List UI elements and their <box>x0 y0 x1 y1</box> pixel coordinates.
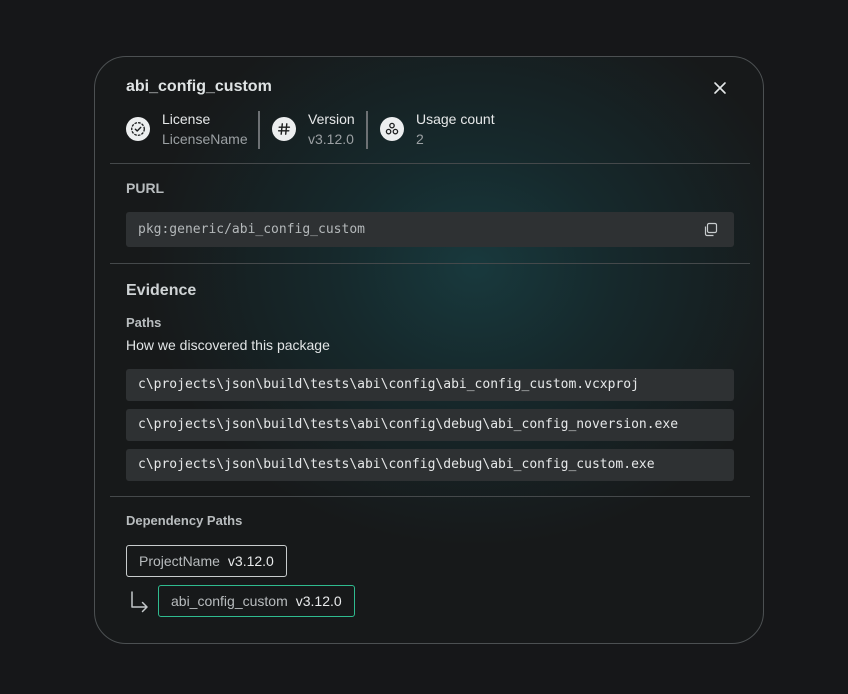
dependency-node-name: ProjectName <box>139 553 220 569</box>
usage-count-value: 2 <box>416 131 424 147</box>
dependency-node-version: v3.12.0 <box>227 553 274 569</box>
license-check-icon <box>126 117 150 141</box>
dependency-paths-label: Dependency Paths <box>126 513 243 528</box>
section-divider <box>110 263 750 264</box>
paths-description: How we discovered this package <box>126 337 330 353</box>
purl-value: pkg:generic/abi_config_custom <box>138 222 365 237</box>
purl-label: PURL <box>126 180 165 196</box>
hash-icon <box>272 117 296 141</box>
dependency-node-name: abi_config_custom <box>171 593 288 609</box>
license-value: LicenseName <box>162 131 248 147</box>
usage-count-info: Usage count 2 <box>380 111 520 149</box>
evidence-heading: Evidence <box>126 282 197 299</box>
evidence-path: c\projects\json\build\tests\abi\config\d… <box>126 449 734 481</box>
license-info: License LicenseName <box>126 111 256 149</box>
copy-icon[interactable] <box>703 222 718 237</box>
version-value: v3.12.0 <box>308 131 354 147</box>
paths-label: Paths <box>126 315 162 330</box>
meta-divider <box>366 111 368 149</box>
evidence-path: c\projects\json\build\tests\abi\config\d… <box>126 409 734 441</box>
modal-title: abi_config_custom <box>126 78 272 95</box>
purl-field[interactable]: pkg:generic/abi_config_custom <box>126 212 734 247</box>
version-info: Version v3.12.0 <box>272 111 362 149</box>
version-label: Version <box>308 111 355 127</box>
section-divider <box>110 496 750 497</box>
arrow-down-right-icon <box>131 591 148 613</box>
dependency-node-current[interactable]: abi_config_custom v3.12.0 <box>158 585 355 617</box>
section-divider <box>110 163 750 164</box>
dependency-node-version: v3.12.0 <box>295 593 342 609</box>
evidence-path: c\projects\json\build\tests\abi\config\a… <box>126 369 734 401</box>
close-icon[interactable] <box>711 79 729 97</box>
package-details-modal: abi_config_custom License LicenseName Ve… <box>94 56 764 644</box>
usage-count-label: Usage count <box>416 111 495 127</box>
usage-nodes-icon <box>380 117 404 141</box>
meta-divider <box>258 111 260 149</box>
license-label: License <box>162 111 211 127</box>
dependency-node-root[interactable]: ProjectName v3.12.0 <box>126 545 287 577</box>
